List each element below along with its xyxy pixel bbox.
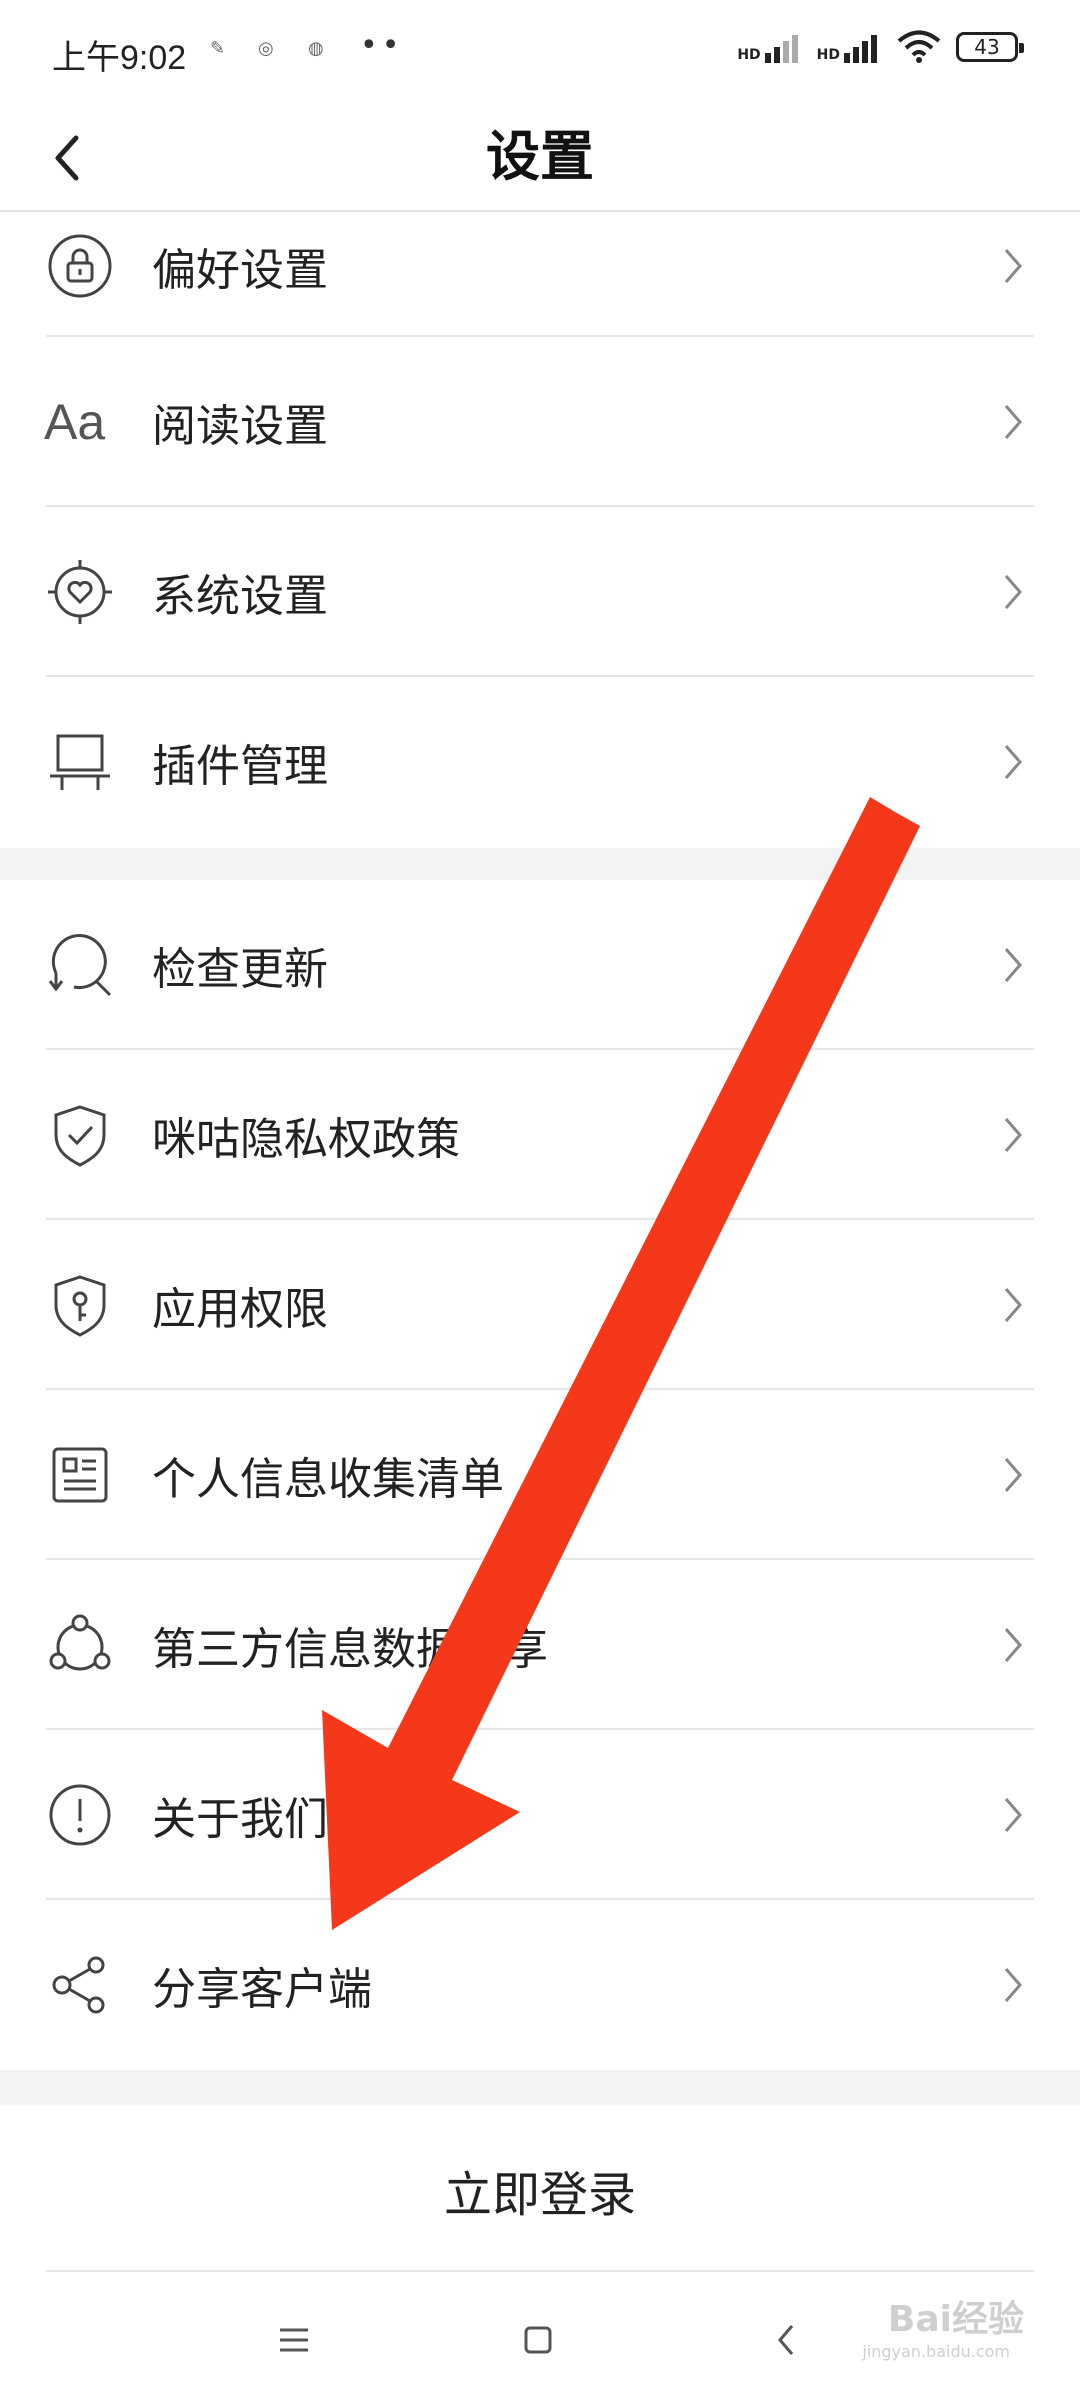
chevron-right-icon bbox=[1004, 248, 1022, 283]
settings-item-label: 偏好设置 bbox=[152, 244, 328, 296]
settings-item-label: 系统设置 bbox=[152, 571, 328, 622]
chevron-right-icon bbox=[1004, 575, 1022, 609]
info-exclamation-icon bbox=[49, 1784, 111, 1846]
notification-icon: ✎ bbox=[210, 38, 226, 59]
chevron-right-icon bbox=[1004, 1288, 1022, 1322]
chevron-right-icon bbox=[1004, 948, 1022, 982]
settings-item-label: 咪咕隐私权政策 bbox=[152, 1114, 460, 1165]
settings-item-third-party-sharing[interactable]: 第三方信息数据共享 bbox=[0, 1560, 1080, 1730]
settings-item-system[interactable]: 系统设置 bbox=[0, 507, 1080, 677]
watermark-logo: Bai经验 bbox=[887, 2299, 1024, 2340]
divider bbox=[46, 2270, 1034, 2272]
settings-item-reading[interactable]: Aa 阅读设置 bbox=[0, 337, 1080, 507]
chevron-right-icon bbox=[1004, 1118, 1022, 1152]
settings-item-personal-info-list[interactable]: 个人信息收集清单 bbox=[0, 1390, 1080, 1560]
more-notifications-icon: •• bbox=[360, 28, 404, 63]
settings-item-label: 检查更新 bbox=[152, 944, 328, 995]
settings-item-label: 第三方信息数据共享 bbox=[152, 1624, 548, 1675]
share-nodes-icon bbox=[52, 1956, 105, 2014]
battery-level: 43 bbox=[974, 35, 1000, 59]
lock-circle-icon bbox=[48, 234, 112, 298]
status-icons: HD HD 43 bbox=[737, 30, 1024, 64]
status-time: 上午9:02 bbox=[52, 39, 187, 77]
chevron-right-icon bbox=[1004, 1458, 1022, 1492]
text-aa-icon: Aa bbox=[44, 394, 106, 450]
wifi-icon bbox=[897, 30, 941, 63]
settings-item-about-us[interactable]: 关于我们 bbox=[0, 1730, 1080, 1900]
header: 设置 bbox=[0, 100, 1080, 212]
menu-icon[interactable] bbox=[264, 2310, 324, 2370]
settings-item-privacy-policy[interactable]: 咪咕隐私权政策 bbox=[0, 1050, 1080, 1220]
settings-item-label: 插件管理 bbox=[152, 741, 328, 792]
plugin-frame-icon bbox=[50, 734, 110, 790]
chevron-right-icon bbox=[1004, 1968, 1022, 2002]
settings-item-check-update[interactable]: 检查更新 bbox=[0, 880, 1080, 1050]
login-label: 立即登录 bbox=[443, 2167, 636, 2223]
settings-item-label: 个人信息收集清单 bbox=[152, 1454, 504, 1505]
signal-icon: HD bbox=[817, 31, 882, 63]
settings-item-preferences[interactable]: 偏好设置 bbox=[0, 212, 1080, 337]
section-gap bbox=[0, 848, 1080, 880]
shield-key-icon bbox=[54, 1275, 106, 1337]
back-nav-icon[interactable] bbox=[756, 2310, 816, 2370]
status-bar: 上午9:02 ✎ ◎ ◍ •• HD HD 43 bbox=[0, 0, 1080, 100]
settings-item-plugins[interactable]: 插件管理 bbox=[0, 677, 1080, 847]
hd-label: HD bbox=[816, 47, 840, 63]
notification-icon: ◍ bbox=[308, 38, 324, 59]
gear-heart-icon bbox=[48, 560, 112, 624]
watermark-url: jingyan.baidu.com bbox=[862, 2342, 1010, 2361]
shield-check-icon bbox=[54, 1105, 106, 1167]
login-button[interactable]: 立即登录 bbox=[0, 2105, 1080, 2275]
home-icon[interactable] bbox=[508, 2310, 568, 2370]
settings-item-label: 阅读设置 bbox=[152, 401, 328, 452]
battery-indicator: 43 bbox=[956, 32, 1024, 62]
search-refresh-icon bbox=[48, 934, 112, 997]
settings-item-app-permissions[interactable]: 应用权限 bbox=[0, 1220, 1080, 1390]
signal-icon: HD bbox=[737, 31, 802, 63]
chevron-right-icon bbox=[1004, 405, 1022, 439]
chevron-right-icon bbox=[1004, 745, 1022, 779]
settings-group-1: 偏好设置 Aa 阅读设置 系统设置 插件管理 bbox=[0, 212, 1080, 847]
section-gap bbox=[0, 2070, 1080, 2105]
settings-group-2: 检查更新 咪咕隐私权政策 应用权限 个人信息收集清单 第三方信息数据共享 关于我… bbox=[0, 880, 1080, 2070]
chevron-right-icon bbox=[1004, 1628, 1022, 1662]
page-title: 设置 bbox=[486, 124, 594, 188]
notification-icon: ◎ bbox=[258, 38, 274, 59]
document-list-icon bbox=[52, 1447, 108, 1503]
settings-item-label: 应用权限 bbox=[152, 1284, 328, 1335]
settings-item-label: 关于我们 bbox=[152, 1794, 328, 1845]
share-circle-icon bbox=[49, 1614, 111, 1671]
settings-item-share-client[interactable]: 分享客户端 bbox=[0, 1900, 1080, 2070]
hd-label: HD bbox=[737, 47, 761, 63]
chevron-right-icon bbox=[1004, 1798, 1022, 1832]
settings-item-label: 分享客户端 bbox=[152, 1964, 372, 2015]
